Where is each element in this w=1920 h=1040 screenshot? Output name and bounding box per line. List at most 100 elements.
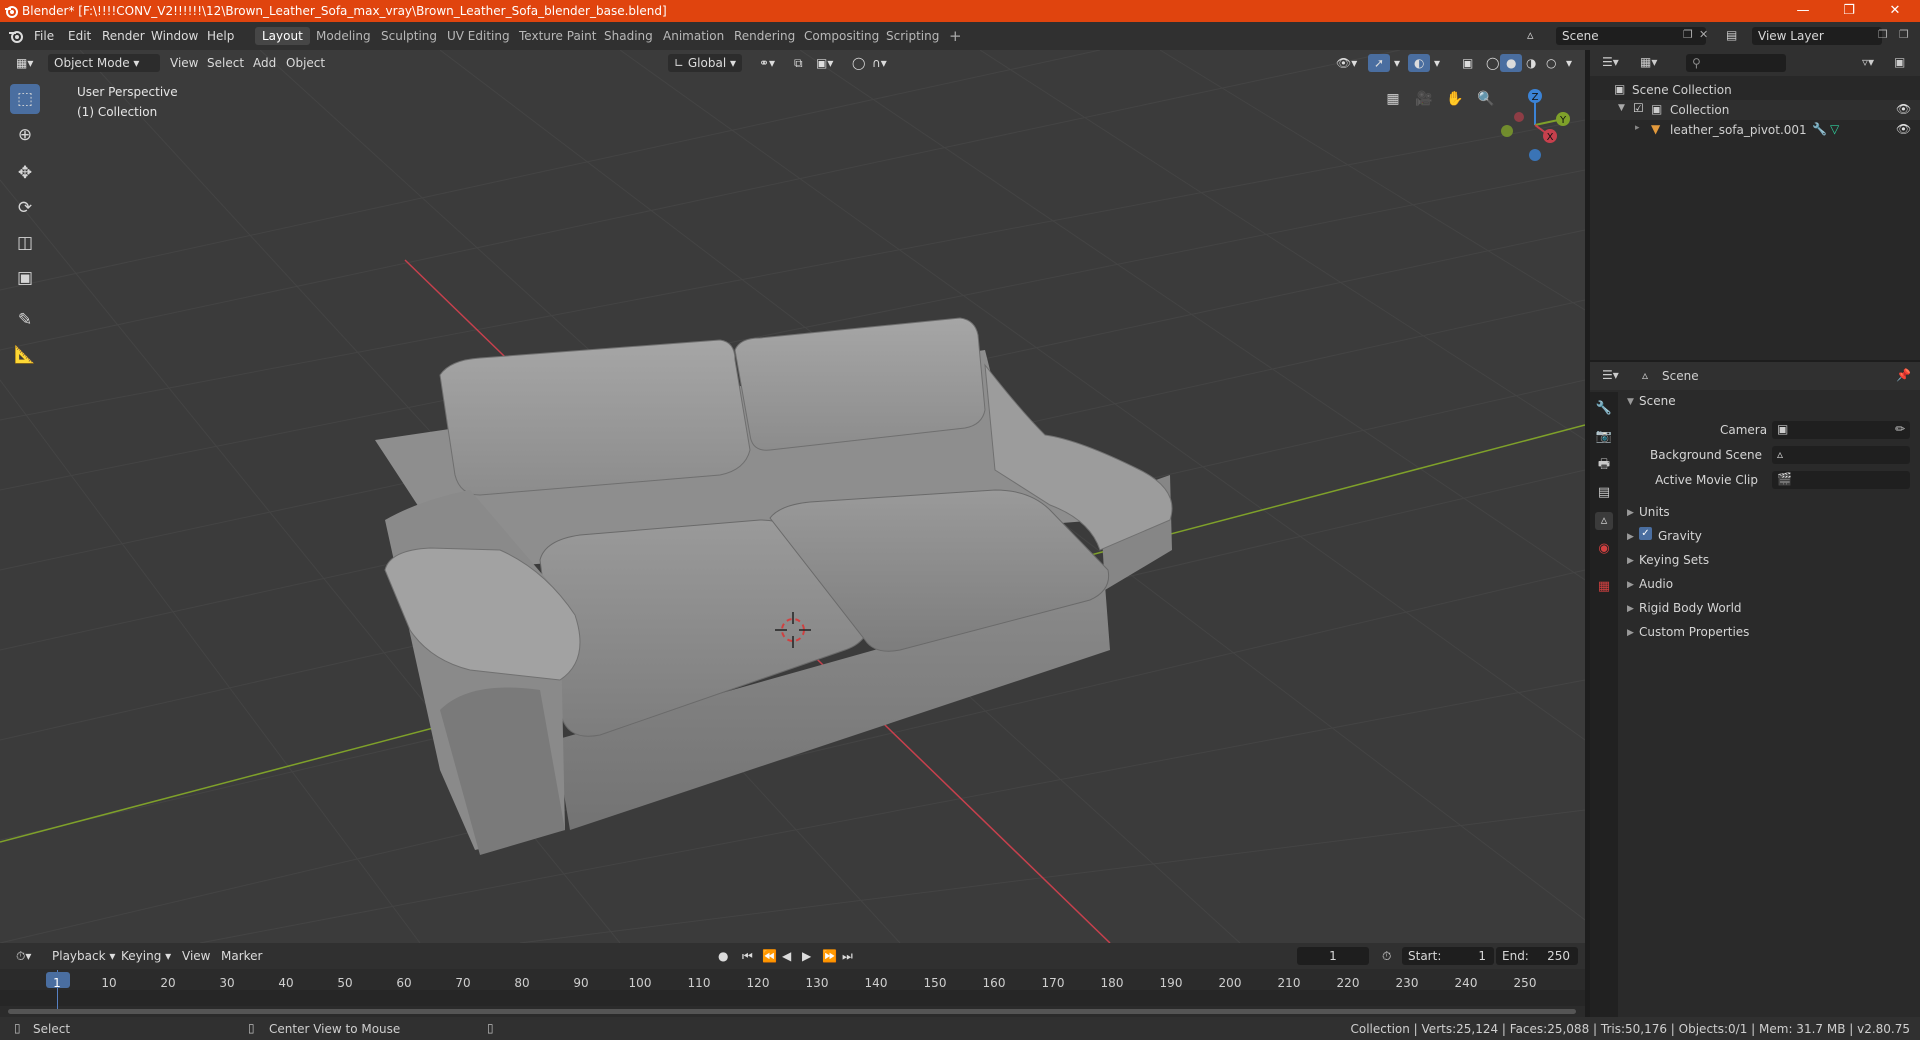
outliner-row-scene-collection[interactable]: ▣ Scene Collection bbox=[1590, 80, 1920, 100]
navigation-gizmo[interactable]: Z Y X bbox=[1495, 85, 1575, 165]
menu-object[interactable]: Object bbox=[280, 54, 331, 72]
mode-dropdown[interactable]: Object Mode ▾ bbox=[48, 54, 160, 72]
active-movie-clip-field[interactable]: 🎬 bbox=[1772, 471, 1910, 489]
preview-range-icon[interactable]: ⏱ bbox=[1376, 947, 1397, 965]
grid-view-icon[interactable]: ▦ bbox=[1381, 87, 1405, 111]
tab-layout[interactable]: Layout bbox=[255, 27, 310, 45]
measure-tool-icon[interactable]: 📐 bbox=[10, 340, 40, 370]
new-scene-icon[interactable]: ❐ bbox=[1683, 28, 1693, 41]
overlays-dropdown-icon[interactable]: ▾ bbox=[1428, 54, 1446, 72]
properties-editor-icon[interactable]: ☰▾ bbox=[1602, 368, 1619, 382]
menu-edit[interactable]: Edit bbox=[68, 29, 91, 43]
tab-compositing[interactable]: Compositing bbox=[797, 27, 886, 45]
gizmo-dropdown-icon[interactable]: ▾ bbox=[1388, 54, 1406, 72]
pin-icon[interactable]: 📌 bbox=[1896, 368, 1911, 382]
output-tab-icon[interactable]: 🖶 bbox=[1595, 456, 1613, 474]
scene-section-expand-icon[interactable]: ▼ bbox=[1627, 397, 1634, 407]
panel-gravity[interactable]: Gravity bbox=[1658, 529, 1702, 543]
menu-file[interactable]: File bbox=[34, 29, 54, 43]
close-button[interactable]: ✕ bbox=[1872, 0, 1918, 22]
xray-icon[interactable]: ▣ bbox=[1456, 54, 1479, 72]
eyedropper-icon[interactable]: ✏ bbox=[1895, 422, 1905, 436]
outliner-row-collection[interactable]: ▼ ☑ ▣ Collection 👁 bbox=[1590, 100, 1920, 120]
camera-view-icon[interactable]: 🎥 bbox=[1412, 87, 1436, 111]
add-workspace-icon[interactable]: + bbox=[942, 27, 969, 45]
current-frame-input[interactable]: 1 bbox=[1297, 947, 1369, 965]
camera-field[interactable]: ▣ ✏ bbox=[1772, 421, 1910, 439]
world-tab-icon[interactable]: ◉ bbox=[1595, 540, 1613, 558]
pan-hand-icon[interactable]: ✋ bbox=[1443, 87, 1467, 111]
modifier-wrench-icon[interactable]: 🔧 bbox=[1812, 122, 1827, 136]
tab-scripting[interactable]: Scripting bbox=[879, 27, 946, 45]
timeline-track[interactable] bbox=[0, 990, 1585, 1006]
blender-menu-icon[interactable] bbox=[8, 29, 24, 43]
mesh-data-icon[interactable]: ▽ bbox=[1830, 122, 1839, 136]
tool-tab-icon[interactable]: 🔧 bbox=[1595, 400, 1613, 418]
play-reverse-icon[interactable]: ◀ bbox=[776, 947, 797, 965]
end-frame-input[interactable]: End: 250 bbox=[1496, 947, 1578, 965]
minimize-button[interactable]: — bbox=[1780, 0, 1826, 22]
visibility-eye-icon[interactable]: 👁 bbox=[1896, 122, 1911, 136]
timeline-editor-icon[interactable]: ⏱▾ bbox=[10, 947, 37, 965]
gizmo-toggle-icon[interactable]: ➚ bbox=[1368, 54, 1391, 72]
tab-uv-editing[interactable]: UV Editing bbox=[440, 27, 517, 45]
scale-tool-icon[interactable]: ◫ bbox=[10, 228, 40, 258]
collection-checkbox[interactable]: ☑ bbox=[1633, 101, 1644, 115]
filter-icon[interactable]: ▿▾ bbox=[1862, 55, 1874, 69]
menu-window[interactable]: Window bbox=[151, 29, 198, 43]
panel-audio[interactable]: Audio bbox=[1639, 577, 1673, 591]
menu-help[interactable]: Help bbox=[207, 29, 234, 43]
tab-rendering[interactable]: Rendering bbox=[727, 27, 802, 45]
3d-viewport[interactable] bbox=[0, 50, 1585, 943]
editor-type-icon[interactable]: ▦▾ bbox=[10, 54, 39, 72]
menu-add[interactable]: Add bbox=[247, 54, 282, 72]
units-expand-icon[interactable]: ▶ bbox=[1627, 508, 1634, 518]
tab-texture-paint[interactable]: Texture Paint bbox=[512, 27, 603, 45]
jump-end-icon[interactable]: ⏭ bbox=[836, 947, 859, 965]
pivot-icon[interactable]: ⚭▾ bbox=[753, 54, 781, 72]
snap-icon[interactable]: ⧉ bbox=[788, 54, 809, 72]
cursor-tool-icon[interactable]: ⊕ bbox=[10, 120, 40, 150]
expand-icon[interactable]: ▸ bbox=[1635, 123, 1640, 133]
new-collection-icon[interactable]: ▣ bbox=[1894, 55, 1905, 69]
new-view-layer-icon[interactable]: ❐ bbox=[1878, 28, 1888, 41]
expand-icon[interactable]: ▼ bbox=[1618, 103, 1625, 113]
panel-custom-properties[interactable]: Custom Properties bbox=[1639, 625, 1749, 639]
gravity-checkbox[interactable]: ✓ bbox=[1639, 527, 1652, 540]
menu-timeline-view[interactable]: View bbox=[176, 947, 216, 965]
timeline-scrollbar[interactable] bbox=[8, 1009, 1576, 1014]
snap-target-icon[interactable]: ▣▾ bbox=[810, 54, 839, 72]
tab-animation[interactable]: Animation bbox=[656, 27, 731, 45]
record-icon[interactable]: ● bbox=[712, 947, 734, 965]
falloff-icon[interactable]: ∩▾ bbox=[866, 54, 893, 72]
visibility-icon[interactable]: 👁▾ bbox=[1330, 54, 1363, 72]
tab-sculpting[interactable]: Sculpting bbox=[374, 27, 444, 45]
menu-render[interactable]: Render bbox=[102, 29, 145, 43]
shading-dropdown-icon[interactable]: ▾ bbox=[1560, 54, 1578, 72]
rotate-tool-icon[interactable]: ⟳ bbox=[10, 193, 40, 223]
panel-rigid-body-world[interactable]: Rigid Body World bbox=[1639, 601, 1742, 615]
tab-modeling[interactable]: Modeling bbox=[309, 27, 378, 45]
keying-sets-expand-icon[interactable]: ▶ bbox=[1627, 556, 1634, 566]
audio-expand-icon[interactable]: ▶ bbox=[1627, 580, 1634, 590]
move-tool-icon[interactable]: ✥ bbox=[10, 158, 40, 188]
tab-shading[interactable]: Shading bbox=[597, 27, 660, 45]
gravity-expand-icon[interactable]: ▶ bbox=[1627, 532, 1634, 542]
outliner-editor-icon[interactable]: ☰▾ bbox=[1602, 55, 1619, 69]
visibility-eye-icon[interactable]: 👁 bbox=[1896, 102, 1911, 116]
select-box-tool-icon[interactable]: ⬚ bbox=[10, 84, 40, 114]
scene-section-label[interactable]: Scene bbox=[1639, 394, 1676, 408]
menu-marker[interactable]: Marker bbox=[215, 947, 268, 965]
delete-view-layer-icon[interactable]: ❐ bbox=[1899, 28, 1909, 41]
menu-playback[interactable]: Playback ▾ bbox=[46, 947, 121, 965]
rigid-body-expand-icon[interactable]: ▶ bbox=[1627, 604, 1634, 614]
scene-tab-icon[interactable]: ▵ bbox=[1595, 512, 1613, 530]
transform-tool-icon[interactable]: ▣ bbox=[10, 263, 40, 293]
orientation-dropdown[interactable]: ∟ Global ▾ bbox=[668, 54, 742, 72]
texture-tab-icon[interactable]: ▦ bbox=[1595, 578, 1613, 596]
render-tab-icon[interactable]: 📷 bbox=[1595, 428, 1613, 446]
display-mode-icon[interactable]: ▦▾ bbox=[1640, 55, 1657, 69]
view-layer-tab-icon[interactable]: ▤ bbox=[1595, 484, 1613, 502]
panel-units[interactable]: Units bbox=[1639, 505, 1670, 519]
outliner-search-input[interactable]: ⚲ bbox=[1686, 54, 1786, 72]
